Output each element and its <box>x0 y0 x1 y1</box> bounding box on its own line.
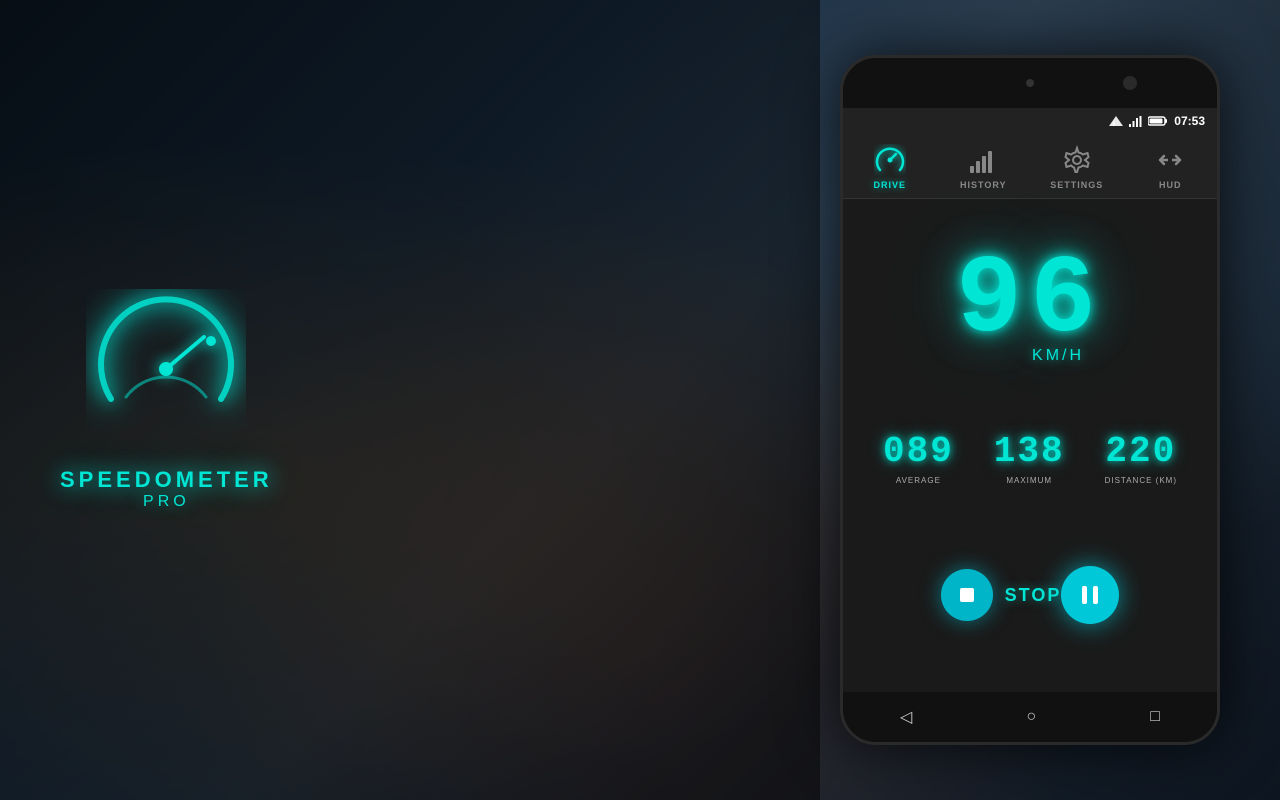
status-icons <box>1108 115 1168 127</box>
app-logo-icon <box>86 289 246 449</box>
app-logo-container: SPEEDOMETER PRO <box>60 289 273 511</box>
recents-button[interactable]: □ <box>1150 708 1160 726</box>
average-label: AVERAGE <box>896 476 941 485</box>
battery-icon <box>1148 115 1168 127</box>
stop-icon <box>941 569 993 621</box>
app-name: SPEEDOMETER PRO <box>60 467 273 511</box>
hud-tab-label: HUD <box>1159 180 1182 190</box>
drive-tab-icon <box>874 144 906 176</box>
controls-row: STOP <box>921 551 1140 644</box>
speed-unit-label: KM/H <box>1032 347 1084 365</box>
status-time: 07:53 <box>1174 114 1205 128</box>
distance-value: 220 <box>1105 431 1176 472</box>
bars-icon <box>1128 115 1144 127</box>
app-screen: DRIVE HISTORY <box>843 134 1217 692</box>
settings-tab-label: SETTINGS <box>1050 180 1103 190</box>
home-button[interactable]: ○ <box>1026 708 1036 726</box>
phone-bottom-bar: ◁ ○ □ <box>843 692 1217 742</box>
app-subtitle-label: PRO <box>60 493 273 511</box>
average-value: 089 <box>883 431 954 472</box>
distance-label: DISTANCE (KM) <box>1105 476 1177 485</box>
phone-device: 07:53 DRIVE <box>840 55 1220 745</box>
hud-tab-icon <box>1154 144 1186 176</box>
tab-history[interactable]: HISTORY <box>937 134 1031 198</box>
signal-icon <box>1108 115 1124 127</box>
speed-display-area: 96 KM/H 089 AVERAGE 138 MAXIMUM 220 DIST… <box>843 199 1217 692</box>
tab-settings[interactable]: SETTINGS <box>1030 134 1124 198</box>
stats-row: 089 AVERAGE 138 MAXIMUM 220 DISTANCE (KM… <box>853 421 1207 495</box>
nav-tabs: DRIVE HISTORY <box>843 134 1217 199</box>
tab-drive[interactable]: DRIVE <box>843 134 937 198</box>
drive-tab-label: DRIVE <box>873 180 906 190</box>
history-tab-icon <box>967 144 999 176</box>
settings-tab-icon <box>1061 144 1093 176</box>
history-tab-label: HISTORY <box>960 180 1007 190</box>
back-button[interactable]: ◁ <box>900 707 912 727</box>
stop-label: STOP <box>1005 585 1062 606</box>
stat-average: 089 AVERAGE <box>883 431 954 485</box>
stat-maximum: 138 MAXIMUM <box>994 431 1065 485</box>
app-name-label: SPEEDOMETER <box>60 467 273 493</box>
maximum-value: 138 <box>994 431 1065 472</box>
stat-distance: 220 DISTANCE (KM) <box>1105 431 1177 485</box>
pause-button[interactable] <box>1061 566 1119 624</box>
tab-hud[interactable]: HUD <box>1124 134 1218 198</box>
speed-main: 96 KM/H <box>956 247 1104 365</box>
current-speed-value: 96 <box>956 247 1104 357</box>
phone-camera <box>1026 79 1034 87</box>
status-bar: 07:53 <box>843 108 1217 134</box>
stop-button[interactable]: STOP <box>941 569 1062 621</box>
phone-speaker <box>1123 76 1137 90</box>
maximum-label: MAXIMUM <box>1006 476 1052 485</box>
phone-top-bar <box>843 58 1217 108</box>
